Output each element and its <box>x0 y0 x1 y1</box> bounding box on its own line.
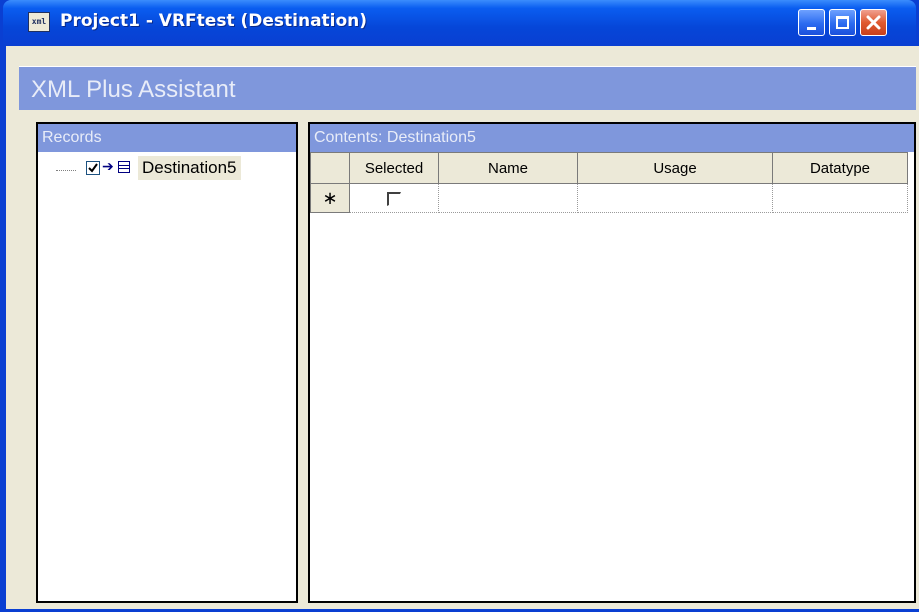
xml-document-icon[interactable]: xml <box>28 12 50 32</box>
grid-header-row: Selected Name Usage Datatype <box>310 152 908 184</box>
window-title: Project1 - VRFtest (Destination) <box>60 11 368 31</box>
column-header-datatype[interactable]: Datatype <box>772 152 908 184</box>
minimize-icon <box>807 27 816 30</box>
tree-item-destination5[interactable]: ➔ Destination5 <box>38 155 288 183</box>
tree-connector-line <box>56 170 76 171</box>
table-icon <box>118 161 130 173</box>
contents-grid: Selected Name Usage Datatype ∗ <box>310 152 908 213</box>
client-area: XML Plus Assistant Records ➔ Destination… <box>6 46 919 609</box>
title-bar[interactable]: xml Project1 - VRFtest (Destination) <box>3 0 916 46</box>
cell-usage[interactable] <box>577 183 773 213</box>
records-header: Records <box>38 124 296 152</box>
column-header-usage[interactable]: Usage <box>577 152 773 184</box>
contents-header-label: Contents: Destination5 <box>314 129 476 146</box>
arrow-right-icon: ➔ <box>102 158 114 174</box>
cell-selected[interactable] <box>349 183 439 213</box>
row-selector-header[interactable] <box>310 152 350 184</box>
record-checkbox[interactable] <box>86 161 100 175</box>
minimize-button[interactable] <box>798 9 825 36</box>
maximize-button[interactable] <box>829 9 856 36</box>
contents-pane: Contents: Destination5 Selected Name Usa… <box>308 122 916 603</box>
tree-item-label[interactable]: Destination5 <box>138 156 241 180</box>
app-window: xml Project1 - VRFtest (Destination) XML… <box>0 0 919 612</box>
column-header-name[interactable]: Name <box>438 152 578 184</box>
new-row[interactable]: ∗ <box>310 183 908 213</box>
close-icon <box>866 15 881 30</box>
cell-name[interactable] <box>438 183 578 213</box>
cell-datatype[interactable] <box>772 183 908 213</box>
checkmark-icon <box>88 163 98 173</box>
maximize-icon <box>836 16 849 29</box>
records-pane: Records ➔ Destination5 <box>36 122 298 603</box>
banner-title: XML Plus Assistant <box>31 76 236 103</box>
assistant-banner: XML Plus Assistant <box>19 66 916 110</box>
column-header-selected[interactable]: Selected <box>349 152 439 184</box>
selected-checkbox[interactable] <box>387 192 401 206</box>
records-header-label: Records <box>42 129 102 146</box>
close-button[interactable] <box>860 9 887 36</box>
new-row-marker[interactable]: ∗ <box>310 183 350 213</box>
contents-header: Contents: Destination5 <box>310 124 914 152</box>
